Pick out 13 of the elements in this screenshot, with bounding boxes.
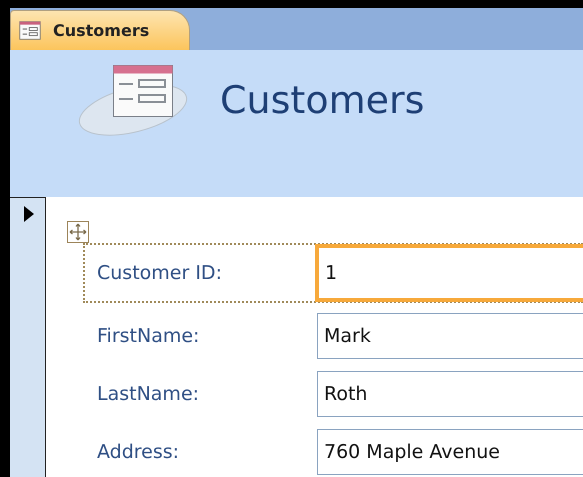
field-label: LastName: <box>96 383 200 405</box>
form-icon <box>19 21 41 40</box>
field-label: Customer ID: <box>96 262 223 284</box>
text-field[interactable]: 760 Maple Avenue <box>317 429 583 475</box>
document-tab[interactable]: Customers <box>10 10 190 50</box>
move-handle-icon[interactable] <box>67 221 89 243</box>
form-title: Customers <box>220 78 424 122</box>
text-field[interactable]: 1 <box>315 244 583 302</box>
field-label: FirstName: <box>96 325 200 347</box>
field-label: Address: <box>96 441 180 463</box>
record-selector[interactable] <box>10 197 46 477</box>
text-field[interactable]: Mark <box>317 313 583 359</box>
text-field[interactable]: Roth <box>317 371 583 417</box>
